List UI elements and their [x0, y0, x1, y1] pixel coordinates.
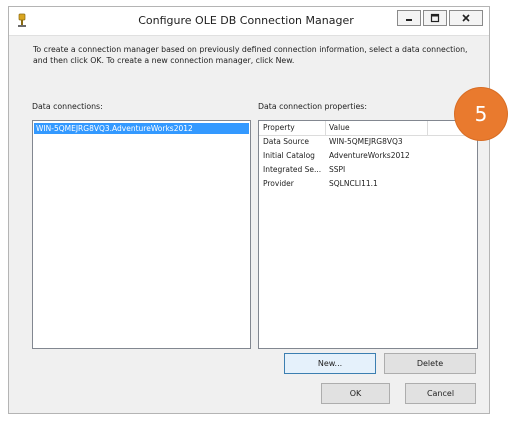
close-button[interactable]	[449, 10, 483, 26]
new-button[interactable]: New...	[284, 353, 376, 374]
column-divider[interactable]	[427, 121, 428, 135]
intro-text: To create a connection manager based on …	[33, 45, 468, 65]
property-value: AdventureWorks2012	[329, 151, 410, 160]
property-row[interactable]: Initial Catalog AdventureWorks2012	[259, 149, 477, 163]
property-key: Data Source	[263, 137, 310, 146]
column-header-value[interactable]: Value	[329, 123, 350, 132]
property-value: SSPI	[329, 165, 346, 174]
properties-header: Property Value	[259, 121, 477, 136]
delete-button[interactable]: Delete	[384, 353, 476, 374]
step-number-badge: 5	[455, 88, 507, 140]
close-icon	[462, 14, 470, 22]
dialog-window: Configure OLE DB Connection Manager To c…	[8, 6, 490, 414]
property-key: Initial Catalog	[263, 151, 315, 160]
property-row[interactable]: Integrated Se... SSPI	[259, 163, 477, 177]
properties-grid[interactable]: Property Value Data Source WIN-5QMEJRG8V…	[258, 120, 478, 349]
cancel-button[interactable]: Cancel	[405, 383, 476, 404]
minimize-icon	[406, 19, 412, 21]
property-key: Provider	[263, 179, 294, 188]
column-divider[interactable]	[325, 121, 326, 135]
title-bar: Configure OLE DB Connection Manager	[9, 7, 489, 36]
property-value: WIN-5QMEJRG8VQ3	[329, 137, 403, 146]
ok-button[interactable]: OK	[321, 383, 390, 404]
property-row[interactable]: Provider SQLNCLI11.1	[259, 177, 477, 191]
property-row[interactable]: Data Source WIN-5QMEJRG8VQ3	[259, 135, 477, 149]
property-value: SQLNCLI11.1	[329, 179, 378, 188]
maximize-button[interactable]	[423, 10, 447, 26]
maximize-icon	[430, 13, 440, 23]
property-key: Integrated Se...	[263, 165, 322, 174]
data-connections-label: Data connections:	[32, 102, 103, 111]
column-header-property[interactable]: Property	[263, 123, 295, 132]
list-item[interactable]: WIN-5QMEJRG8VQ3.AdventureWorks2012	[34, 123, 249, 134]
minimize-button[interactable]	[397, 10, 421, 26]
data-connections-list[interactable]: WIN-5QMEJRG8VQ3.AdventureWorks2012	[32, 120, 251, 349]
data-connection-properties-label: Data connection properties:	[258, 102, 367, 111]
